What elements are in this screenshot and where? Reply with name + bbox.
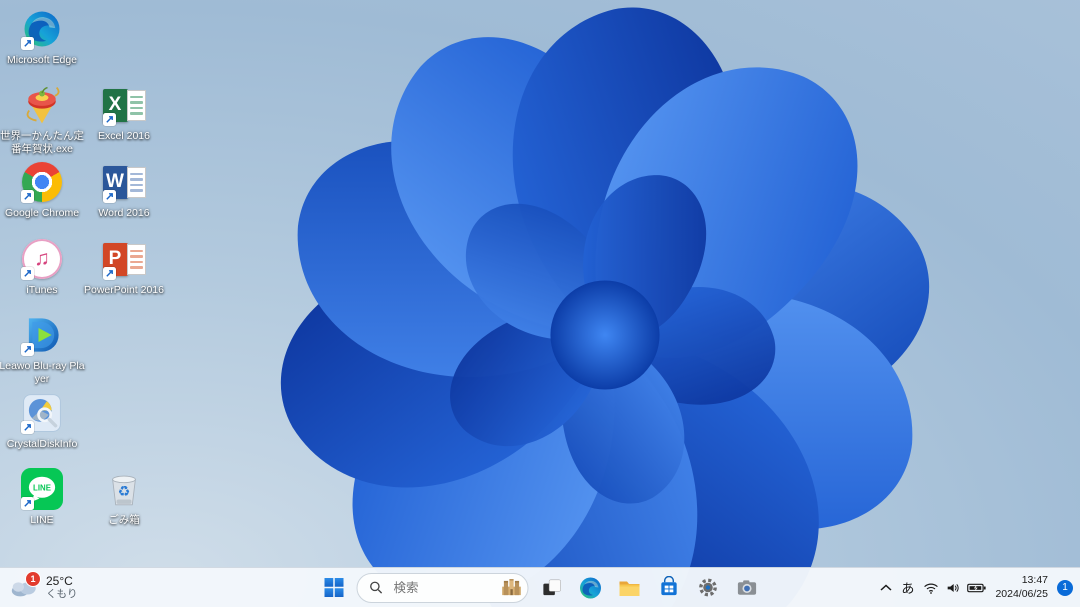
shortcut-arrow-icon <box>21 421 34 434</box>
shortcut-arrow-icon <box>103 113 116 126</box>
microsoft-store-button[interactable] <box>653 572 685 604</box>
desktop-icon-label: 世界一かんたん定番年賀状.exe <box>0 130 84 156</box>
taskbar-search-box[interactable] <box>356 572 529 603</box>
taskbar: 1 25°C くもり 検索 あ 13:47 2024/06/25 1 <box>0 567 1080 607</box>
speaker-icon <box>948 583 960 592</box>
crystaldiskinfo-icon <box>19 390 65 436</box>
taskbar-edge-button[interactable] <box>575 572 607 604</box>
excel-icon: X <box>101 82 147 128</box>
shortcut-arrow-icon <box>21 190 34 203</box>
powerpoint-icon: P <box>101 236 147 282</box>
desktop-icon-recycle-bin[interactable]: ♻ ごみ箱 <box>81 466 167 527</box>
file-explorer-button[interactable] <box>614 572 646 604</box>
weather-condition: くもり <box>46 588 78 601</box>
desktop-icon-label: LINE <box>30 514 54 526</box>
desktop-icon-label: Excel 2016 <box>98 130 150 142</box>
desktop-icon-leawo-player[interactable]: Leawo Blu-ray Player <box>0 312 85 386</box>
desktop-icon-word-2016[interactable]: W Word 2016 <box>81 159 167 220</box>
shortcut-arrow-icon <box>103 190 116 203</box>
word-icon: W <box>101 159 147 205</box>
edge-icon <box>580 577 601 598</box>
search-highlight-castle-icon[interactable] <box>500 576 524 600</box>
wifi-icon <box>924 583 939 594</box>
desktop-icon-line[interactable]: LINE LINE <box>0 466 85 527</box>
desktop-icon-label: Microsoft Edge <box>6 54 78 66</box>
settings-button[interactable] <box>692 572 724 604</box>
desktop-icon-nengajo-exe[interactable]: 世界一かんたん定番年賀状.exe <box>0 82 85 156</box>
start-button[interactable] <box>318 572 350 604</box>
desktop-icon-label: Word 2016 <box>98 207 150 219</box>
clock-date: 2024/06/25 <box>995 587 1048 600</box>
notification-badge[interactable]: 1 <box>1057 579 1073 596</box>
store-icon <box>660 576 677 596</box>
camera-icon <box>737 580 756 595</box>
shortcut-arrow-icon <box>21 37 34 50</box>
folder-icon <box>619 581 640 596</box>
edge-icon <box>19 6 65 52</box>
shortcut-arrow-icon <box>21 343 34 356</box>
desktop-icon-crystaldiskinfo[interactable]: CrystalDiskInfo <box>0 390 85 451</box>
desktop-icon-itunes[interactable]: ♫ iTunes <box>0 236 85 297</box>
shortcut-arrow-icon <box>21 267 34 280</box>
task-view-icon <box>542 579 561 596</box>
ime-indicator[interactable]: あ <box>901 578 914 597</box>
clock-time: 13:47 <box>1021 573 1048 586</box>
desktop-icon-label: iTunes <box>26 284 58 296</box>
weather-temperature: 25°C <box>46 574 73 588</box>
windows-logo-icon <box>324 578 343 597</box>
battery-icon <box>967 583 987 592</box>
desktop-icon-powerpoint-2016[interactable]: P PowerPoint 2016 <box>81 236 167 297</box>
desktop-icon-label: PowerPoint 2016 <box>84 284 164 296</box>
search-input[interactable] <box>391 579 492 596</box>
gear-icon <box>698 578 717 597</box>
camera-app-button[interactable] <box>731 572 763 604</box>
weather-alert-badge: 1 <box>25 570 41 587</box>
music-note-glyph: ♫ <box>34 247 50 270</box>
chevron-up-icon <box>880 583 892 591</box>
spinning-top-icon <box>19 82 65 128</box>
desktop-icon-microsoft-edge[interactable]: Microsoft Edge <box>0 6 85 67</box>
desktop-icon-label: Google Chrome <box>4 207 80 219</box>
shortcut-arrow-icon <box>21 497 34 510</box>
shortcut-arrow-icon <box>103 267 116 280</box>
weather-widget[interactable]: 1 25°C くもり <box>9 568 78 607</box>
desktop-icon-label: Leawo Blu-ray Player <box>0 360 85 386</box>
recycle-glyph: ♻ <box>118 483 131 499</box>
hidden-icons-chevron[interactable] <box>880 583 892 592</box>
desktop-icon-label: CrystalDiskInfo <box>6 438 78 450</box>
desktop-icon-google-chrome[interactable]: Google Chrome <box>0 159 85 220</box>
cloud-icon: 1 <box>9 570 41 600</box>
desktop-icon-excel-2016[interactable]: X Excel 2016 <box>81 82 167 143</box>
recycle-bin-icon: ♻ <box>101 466 147 512</box>
itunes-icon: ♫ <box>19 236 65 282</box>
chrome-icon <box>19 159 65 205</box>
line-icon: LINE <box>19 466 65 512</box>
leawo-player-icon <box>19 312 65 358</box>
desktop-icon-label: ごみ箱 <box>108 514 140 526</box>
line-logo-text: LINE <box>33 483 51 492</box>
task-view-button[interactable] <box>536 572 568 604</box>
search-icon <box>370 581 383 594</box>
clock[interactable]: 13:47 2024/06/25 <box>995 574 1048 601</box>
quick-settings-area[interactable] <box>923 580 987 596</box>
